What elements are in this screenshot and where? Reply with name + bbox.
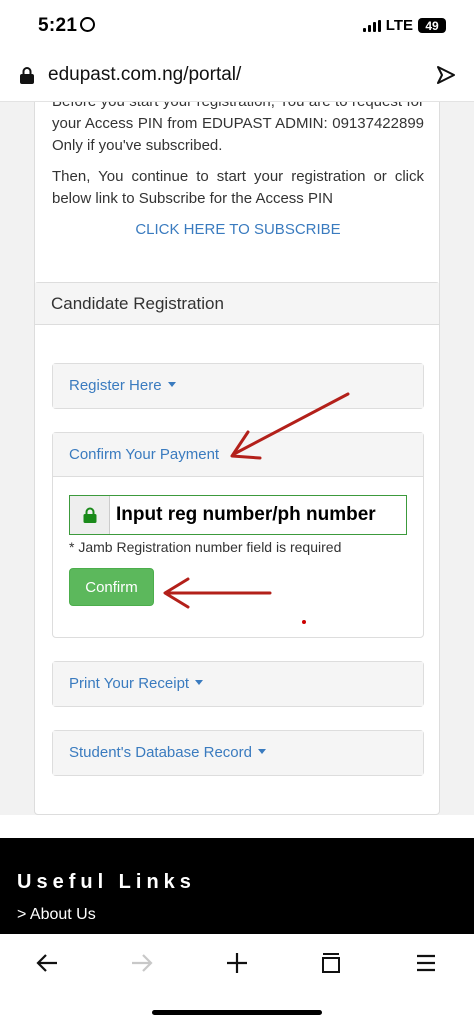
status-indicators: LTE 49 xyxy=(362,17,446,34)
panel-print-receipt-header[interactable]: Print Your Receipt xyxy=(53,662,423,706)
new-tab-button[interactable] xyxy=(217,946,257,980)
battery-icon: 49 xyxy=(418,18,446,33)
footer-link-about[interactable]: > About Us xyxy=(17,906,96,924)
registration-card: Candidate Registration Register Here Con… xyxy=(34,282,440,815)
share-icon[interactable] xyxy=(436,65,456,85)
clock-label: 5:21 xyxy=(38,15,78,36)
green-lock-icon xyxy=(83,507,96,523)
battery-level: 49 xyxy=(425,18,439,33)
lock-icon xyxy=(20,67,34,84)
caret-down-icon xyxy=(167,382,176,387)
address-bar[interactable]: edupast.com.ng/portal/ xyxy=(0,50,474,102)
panel-register-here-label: Register Here xyxy=(69,377,162,394)
reg-number-input[interactable] xyxy=(110,496,406,534)
status-time: 5:21 xyxy=(38,15,96,37)
forward-arrow-icon xyxy=(132,954,153,972)
field-error-text: * Jamb Registration number field is requ… xyxy=(69,539,342,555)
focus-face-icon xyxy=(80,17,96,32)
menu-button[interactable] xyxy=(406,946,446,980)
back-button[interactable] xyxy=(27,946,67,980)
panel-print-receipt[interactable]: Print Your Receipt xyxy=(52,661,424,707)
status-bar: 5:21 LTE 49 xyxy=(0,0,474,50)
forward-button[interactable] xyxy=(122,946,162,980)
annotation-dot xyxy=(302,620,306,624)
menu-icon xyxy=(417,954,435,972)
tabs-button[interactable] xyxy=(311,946,351,980)
caret-down-icon xyxy=(257,749,266,754)
intro-paragraph-2: Then, You continue to start your registr… xyxy=(52,168,424,207)
home-indicator[interactable] xyxy=(152,1010,322,1015)
panel-database-record-header[interactable]: Student's Database Record xyxy=(53,731,423,775)
panel-confirm-payment-label: Confirm Your Payment xyxy=(69,446,220,463)
input-lock-addon xyxy=(70,496,110,534)
panel-database-record[interactable]: Student's Database Record xyxy=(52,730,424,776)
tabs-icon xyxy=(322,953,340,973)
subscribe-link[interactable]: CLICK HERE TO SUBSCRIBE xyxy=(35,221,441,238)
panel-database-record-label: Student's Database Record xyxy=(69,744,252,761)
registration-title: Candidate Registration xyxy=(35,283,439,325)
back-arrow-icon xyxy=(36,954,57,972)
annotation-arrow-icon xyxy=(163,577,272,609)
panel-print-receipt-label: Print Your Receipt xyxy=(69,675,190,692)
reg-number-input-group xyxy=(69,495,407,535)
annotation-arrow-icon xyxy=(230,392,350,460)
network-label: LTE xyxy=(385,17,413,34)
footer-title: Useful Links xyxy=(17,871,196,893)
footer: Useful Links > About Us xyxy=(0,838,474,934)
plus-icon xyxy=(227,953,247,973)
intro-paragraph-1: Before you start your registration, You … xyxy=(52,102,424,154)
signal-icon xyxy=(362,19,381,32)
confirm-button[interactable]: Confirm xyxy=(69,568,154,606)
url-text[interactable]: edupast.com.ng/portal/ xyxy=(48,64,241,86)
caret-down-icon xyxy=(195,680,204,685)
